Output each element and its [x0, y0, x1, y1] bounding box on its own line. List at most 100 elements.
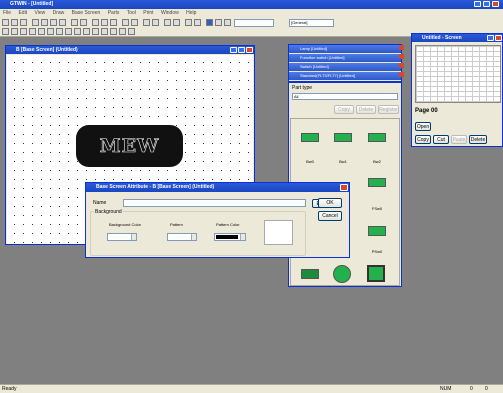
part-psw0[interactable] [368, 226, 386, 236]
menu-draw[interactable]: Draw [53, 10, 65, 16]
open-icon[interactable] [11, 19, 18, 26]
screen-close-button[interactable] [246, 47, 253, 53]
part-lamp-framed[interactable] [367, 265, 385, 282]
panel-standard-close-icon[interactable] [399, 72, 404, 77]
part-fsw0[interactable] [368, 178, 386, 187]
menu-help[interactable]: Help [186, 10, 196, 16]
close-app-button[interactable] [492, 1, 499, 7]
app-title-bar[interactable]: GTWIN - [Untitled] [0, 0, 503, 9]
overview-maximize-button[interactable] [487, 35, 494, 41]
cut-screen-button[interactable]: Cut [433, 135, 449, 144]
screen-thumbnail-grid[interactable] [415, 45, 501, 103]
fill-icon[interactable] [110, 28, 117, 35]
front-icon[interactable] [143, 19, 150, 26]
base-screen-attribute-dialog: Base Screen Attribute - B [Base Screen] … [85, 182, 350, 258]
align-center-icon[interactable] [101, 19, 108, 26]
text-icon[interactable] [11, 28, 18, 35]
back-icon[interactable] [152, 19, 159, 26]
copy-icon[interactable] [50, 19, 57, 26]
part-type-select[interactable]: All [292, 93, 398, 100]
zoom-in-icon[interactable] [164, 19, 171, 26]
maximize-button[interactable] [483, 1, 490, 7]
print-icon[interactable] [32, 19, 39, 26]
paste-icon[interactable] [59, 19, 66, 26]
save-icon[interactable] [20, 19, 27, 26]
open-screen-button[interactable]: Open [415, 122, 431, 131]
line-icon[interactable] [20, 28, 27, 35]
polygon-icon[interactable] [56, 28, 63, 35]
align-right-icon[interactable] [110, 19, 117, 26]
screen-maximize-button[interactable] [238, 47, 245, 53]
grid-icon[interactable] [185, 19, 192, 26]
part-copy-button[interactable]: Copy [334, 105, 354, 114]
overview-close-button[interactable] [495, 35, 502, 41]
dialog-title-bar[interactable]: Base Screen Attribute - B [Base Screen] … [86, 183, 349, 192]
panel-function-switch-close-icon[interactable] [399, 54, 404, 59]
dialog-close-button[interactable] [340, 184, 348, 191]
overview-title-bar[interactable]: Untitled - Screen [412, 34, 502, 42]
mew-object[interactable]: MEW [76, 125, 183, 167]
menu-base-screen[interactable]: Base Screen [72, 10, 101, 16]
circle-icon[interactable] [65, 28, 72, 35]
snap-icon[interactable] [194, 19, 201, 26]
bg-color-label: Background Color [109, 222, 142, 227]
menu-window[interactable]: Window [161, 10, 179, 16]
menu-parts[interactable]: Parts [108, 10, 120, 16]
part-bw2[interactable] [368, 133, 386, 142]
bitmap-icon[interactable] [92, 28, 99, 35]
screen-combo[interactable] [234, 19, 274, 27]
parts-icon[interactable] [101, 28, 108, 35]
layer-combo[interactable]: [General] [289, 19, 334, 27]
ungroup-icon[interactable] [131, 19, 138, 26]
settings-icon[interactable] [215, 19, 222, 26]
color-icon[interactable] [128, 28, 135, 35]
menu-tool[interactable]: Tool [127, 10, 136, 16]
minimize-button[interactable] [474, 1, 481, 7]
name-field[interactable] [123, 199, 306, 207]
delete-screen-button[interactable]: Delete [469, 135, 487, 144]
chevron-down-icon [191, 234, 196, 240]
panel-switch-close-icon[interactable] [399, 63, 404, 68]
pointer-icon[interactable] [2, 28, 9, 35]
polyline-icon[interactable] [29, 28, 36, 35]
part-bw0[interactable] [301, 133, 319, 142]
pie-icon[interactable] [83, 28, 90, 35]
part-delete-button[interactable]: Delete [356, 105, 376, 114]
bg-color-select[interactable] [107, 233, 137, 241]
panel-function-switch[interactable]: Function switch [Untitled] [289, 54, 401, 62]
copy-screen-button[interactable]: Copy [415, 135, 431, 144]
panel-standard[interactable]: Standard(FLT3/FLT7) [Untitled] [289, 72, 401, 80]
help-icon[interactable] [224, 19, 231, 26]
font-icon[interactable] [119, 28, 126, 35]
transfer-icon[interactable] [206, 19, 213, 26]
panel-lamp-close-icon[interactable] [399, 45, 404, 50]
cut-icon[interactable] [41, 19, 48, 26]
pattern-select[interactable] [167, 233, 197, 241]
redo-icon[interactable] [80, 19, 87, 26]
part-lamp-round[interactable] [333, 265, 351, 283]
part-lamp-square[interactable] [301, 269, 319, 279]
base-screen-title-bar[interactable]: B [Base Screen] (Untitled) [6, 46, 254, 54]
part-bw0-label: Bw0 [306, 159, 314, 164]
pattern-color-select[interactable] [214, 233, 246, 241]
zoom-out-icon[interactable] [173, 19, 180, 26]
group-icon[interactable] [122, 19, 129, 26]
undo-icon[interactable] [71, 19, 78, 26]
part-bw1[interactable] [334, 133, 352, 142]
panel-switch[interactable]: Switch [Untitled] [289, 63, 401, 71]
menu-file[interactable]: File [3, 10, 11, 16]
align-left-icon[interactable] [92, 19, 99, 26]
paste-screen-button[interactable]: Paste [451, 135, 467, 144]
menu-edit[interactable]: Edit [18, 10, 27, 16]
rectangle-icon[interactable] [38, 28, 45, 35]
ok-button[interactable]: OK [318, 198, 342, 208]
menu-view[interactable]: View [34, 10, 45, 16]
part-register-button[interactable]: Register [378, 105, 399, 114]
rounded-rect-icon[interactable] [47, 28, 54, 35]
cancel-button[interactable]: Cancel [318, 211, 342, 221]
new-icon[interactable] [2, 19, 9, 26]
screen-minimize-button[interactable] [230, 47, 237, 53]
arc-icon[interactable] [74, 28, 81, 35]
panel-lamp[interactable]: Lamp [Untitled] [289, 45, 401, 53]
menu-print[interactable]: Print [143, 10, 153, 16]
